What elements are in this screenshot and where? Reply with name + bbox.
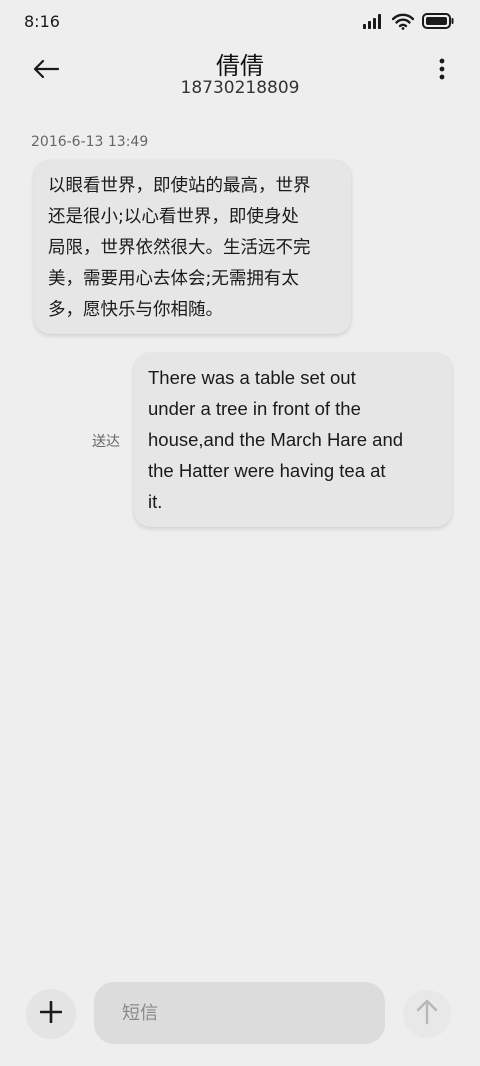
outgoing-message-bubble[interactable]: There was a table set out under a tree i… <box>134 353 452 527</box>
message-line: the Hatter were having tea at <box>148 460 386 481</box>
incoming-message-bubble[interactable]: 以眼看世界，即使站的最高，世界 还是很小;以心看世界，即使身处 局限，世界依然很… <box>34 160 351 334</box>
message-line: 多，愿快乐与你相随。 <box>48 300 223 320</box>
message-line: 还是很小;以心看世界，即使身处 <box>48 207 299 227</box>
conversation-header: 倩倩 18730218809 <box>0 46 480 106</box>
message-line: There was a table set out <box>148 367 356 388</box>
message-line: 局限，世界依然很大。生活远不完 <box>48 238 311 258</box>
more-options-button[interactable] <box>434 58 450 84</box>
battery-icon <box>422 13 454 33</box>
message-line: 以眼看世界，即使站的最高，世界 <box>48 176 311 196</box>
message-line: it. <box>148 491 163 512</box>
delivery-status: 送达 <box>92 434 120 450</box>
arrow-up-icon <box>416 999 438 1029</box>
status-bar: 8:16 <box>0 0 480 46</box>
contact-number: 18730218809 <box>180 78 300 98</box>
contact-name: 倩倩 <box>216 52 264 80</box>
status-time: 8:16 <box>24 12 60 31</box>
conversation-screen: 8:16 倩倩 18730218809 2016-6-13 13:49 以眼看世… <box>0 0 480 1066</box>
more-vertical-icon <box>439 58 445 84</box>
message-line: house,and the March Hare and <box>148 429 404 450</box>
message-timestamp: 2016-6-13 13:49 <box>31 134 149 150</box>
send-button[interactable] <box>403 990 451 1038</box>
add-attachment-button[interactable] <box>26 989 76 1039</box>
message-line: under a tree in front of the <box>148 398 361 419</box>
signal-icon <box>362 13 384 33</box>
sms-input[interactable] <box>94 982 385 1044</box>
status-icons <box>362 13 454 33</box>
plus-icon <box>39 1000 63 1027</box>
message-line: 美，需要用心去体会;无需拥有太 <box>48 269 299 289</box>
wifi-icon <box>391 13 415 34</box>
